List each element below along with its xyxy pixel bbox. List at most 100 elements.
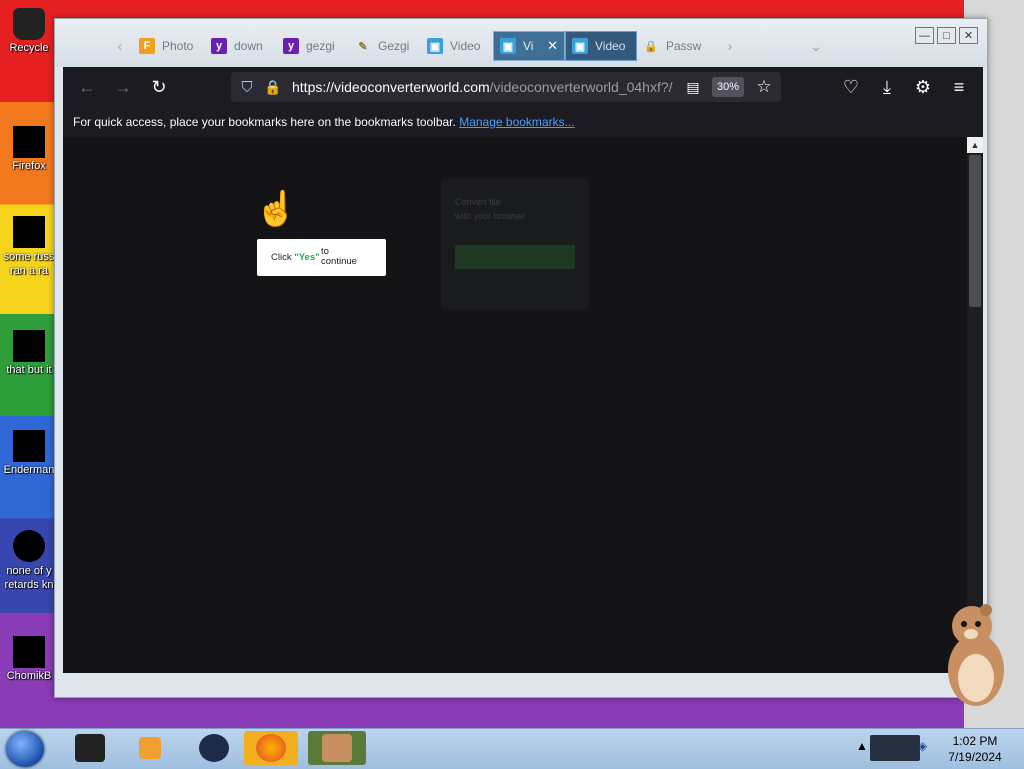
- pocket-icon[interactable]: ♡: [841, 77, 861, 97]
- desktop-icon-recycle[interactable]: Recycle: [0, 8, 58, 54]
- desktop-icon-label: some russ ran a ra: [3, 251, 55, 277]
- desktop-icon-label: Firefox: [12, 160, 46, 172]
- window-controls: — □ ✕: [915, 27, 978, 44]
- scroll-up-icon[interactable]: ▲: [967, 137, 983, 153]
- lock-icon: 🔒: [644, 40, 658, 53]
- file-icon: [13, 216, 45, 248]
- app-icon: [75, 734, 105, 762]
- system-tray: ▲ ◈: [856, 735, 936, 761]
- taskbar-item-firefox[interactable]: [244, 731, 298, 765]
- tab-label: Video: [450, 39, 481, 53]
- desktop-icon-label: Recycle: [9, 42, 49, 54]
- reload-icon[interactable]: ↻: [149, 77, 169, 97]
- firefox-icon: [256, 734, 286, 762]
- network-icon[interactable]: ◈: [918, 739, 927, 753]
- yahoo-icon: y: [211, 38, 227, 54]
- forward-icon[interactable]: →: [113, 77, 133, 97]
- tab-passw[interactable]: 🔒 Passw: [637, 31, 709, 61]
- zoom-level[interactable]: 30%: [712, 77, 744, 97]
- tab-label: Video: [595, 39, 626, 53]
- dimmed-card-subtitle: with your browser: [455, 211, 526, 221]
- reader-view-icon[interactable]: ▤: [683, 77, 703, 97]
- desktop-icon-3[interactable]: some russ ran a ra: [0, 216, 58, 278]
- desktop-icon-5[interactable]: Enderman: [0, 430, 58, 476]
- bookmark-star-icon[interactable]: ☆: [754, 77, 774, 97]
- pen-icon: ✎: [358, 40, 368, 53]
- tab-gezgi-1[interactable]: y gezgi: [277, 31, 349, 61]
- desktop-icon-label: Enderman: [3, 464, 55, 476]
- taskbar-item-media[interactable]: [122, 731, 178, 765]
- globe-icon: [199, 734, 229, 762]
- prompt-click-text: Click "Yes": [271, 252, 320, 263]
- tab-video-active[interactable]: ▣ Vi ✕: [493, 31, 565, 61]
- desktop-icon-6[interactable]: none of y retards kn: [0, 530, 58, 592]
- downloads-icon[interactable]: ⤓: [877, 77, 897, 97]
- list-all-tabs-icon[interactable]: ⌄: [803, 31, 829, 61]
- shield-icon[interactable]: ⛉: [237, 77, 257, 97]
- tab-down[interactable]: y down: [205, 31, 277, 61]
- media-player-icon: [139, 737, 161, 759]
- close-window-icon[interactable]: ✕: [959, 27, 978, 44]
- tab-photo[interactable]: F Photo: [133, 31, 205, 61]
- dimmed-card-title: Convert file: [455, 197, 501, 207]
- extensions-icon[interactable]: ⚙: [913, 77, 933, 97]
- pointing-hand-icon: ☝: [255, 190, 298, 228]
- back-icon[interactable]: ←: [77, 77, 97, 97]
- tab-label: Gezgi: [378, 39, 410, 53]
- desktop-icon-firefox[interactable]: Firefox: [0, 126, 58, 172]
- vertical-scrollbar[interactable]: ▲: [967, 137, 983, 673]
- video-converter-icon: ▣: [500, 38, 516, 54]
- tab-video-1[interactable]: ▣ Video: [421, 31, 493, 61]
- file-icon: [13, 430, 45, 462]
- hamster-desktop-pet[interactable]: [940, 600, 1008, 708]
- desktop-icon-4[interactable]: that but it: [0, 330, 58, 376]
- recycle-bin-icon: [13, 8, 45, 40]
- photopea-icon: F: [139, 38, 155, 54]
- lock-icon[interactable]: 🔒: [263, 77, 283, 97]
- tab-scroll-left-icon[interactable]: ‹: [107, 31, 133, 61]
- browser-window: ‹ F Photo y down y gezgi ✎ Gezgi ▣ Video: [54, 18, 988, 698]
- bookmarks-hint: For quick access, place your bookmarks h…: [73, 115, 456, 129]
- video-converter-icon: ▣: [572, 38, 588, 54]
- file-icon: [13, 330, 45, 362]
- page-content: Convert file with your browser ☝ Click "…: [63, 137, 967, 673]
- tab-list: ‹ F Photo y down y gezgi ✎ Gezgi ▣ Video: [107, 29, 829, 63]
- url-path: /videoconverterworld_04hxf?/: [489, 79, 673, 95]
- tab-video-2[interactable]: ▣ Video: [565, 31, 637, 61]
- navigation-toolbar: ← → ↻ ⛉ 🔒 https://videoconverterworld.co…: [63, 67, 983, 107]
- maximize-icon[interactable]: □: [937, 27, 956, 44]
- tab-label: Vi: [523, 39, 534, 53]
- tab-scroll-right-icon[interactable]: ›: [717, 31, 743, 61]
- dimmed-converter-card: Convert file with your browser: [441, 179, 589, 309]
- tray-icons[interactable]: [870, 735, 920, 761]
- close-tab-icon[interactable]: ✕: [547, 38, 558, 54]
- desktop-icon-7[interactable]: ChomikB: [0, 636, 58, 682]
- url-domain: https://videoconverterworld.com: [292, 79, 490, 95]
- taskbar-item-app1[interactable]: [62, 731, 118, 765]
- manage-bookmarks-link[interactable]: Manage bookmarks...: [459, 115, 574, 129]
- taskbar-item-hamster-box[interactable]: [308, 731, 366, 765]
- url-bar[interactable]: ⛉ 🔒 https://videoconverterworld.com/vide…: [231, 72, 781, 102]
- tab-label: down: [234, 39, 263, 53]
- file-icon: [13, 636, 45, 668]
- minimize-icon[interactable]: —: [915, 27, 934, 44]
- tray-expand-icon[interactable]: ▲: [856, 739, 868, 753]
- clock[interactable]: 1:02 PM 7/19/2024: [940, 733, 1010, 765]
- firefox-desktop-icon: [13, 126, 45, 158]
- url-text[interactable]: https://videoconverterworld.com/videocon…: [292, 79, 677, 95]
- clock-time: 1:02 PM: [952, 734, 998, 748]
- tab-strip: ‹ F Photo y down y gezgi ✎ Gezgi ▣ Video: [55, 19, 987, 67]
- start-button[interactable]: [6, 731, 44, 767]
- click-yes-prompt: Click "Yes" to continue: [257, 239, 386, 276]
- tab-label: gezgi: [306, 39, 335, 53]
- menu-icon[interactable]: ≡: [949, 77, 969, 97]
- scroll-thumb[interactable]: [969, 155, 981, 307]
- taskbar-item-app3[interactable]: [186, 731, 242, 765]
- bookmarks-toolbar: For quick access, place your bookmarks h…: [63, 107, 983, 137]
- hamster-box-icon: [322, 734, 352, 762]
- desktop-icon-label: none of y retards kn: [4, 565, 54, 591]
- tab-label: Passw: [666, 39, 702, 53]
- tab-gezgi-2[interactable]: ✎ Gezgi: [349, 31, 421, 61]
- yahoo-icon: y: [283, 38, 299, 54]
- file-icon: [13, 530, 45, 562]
